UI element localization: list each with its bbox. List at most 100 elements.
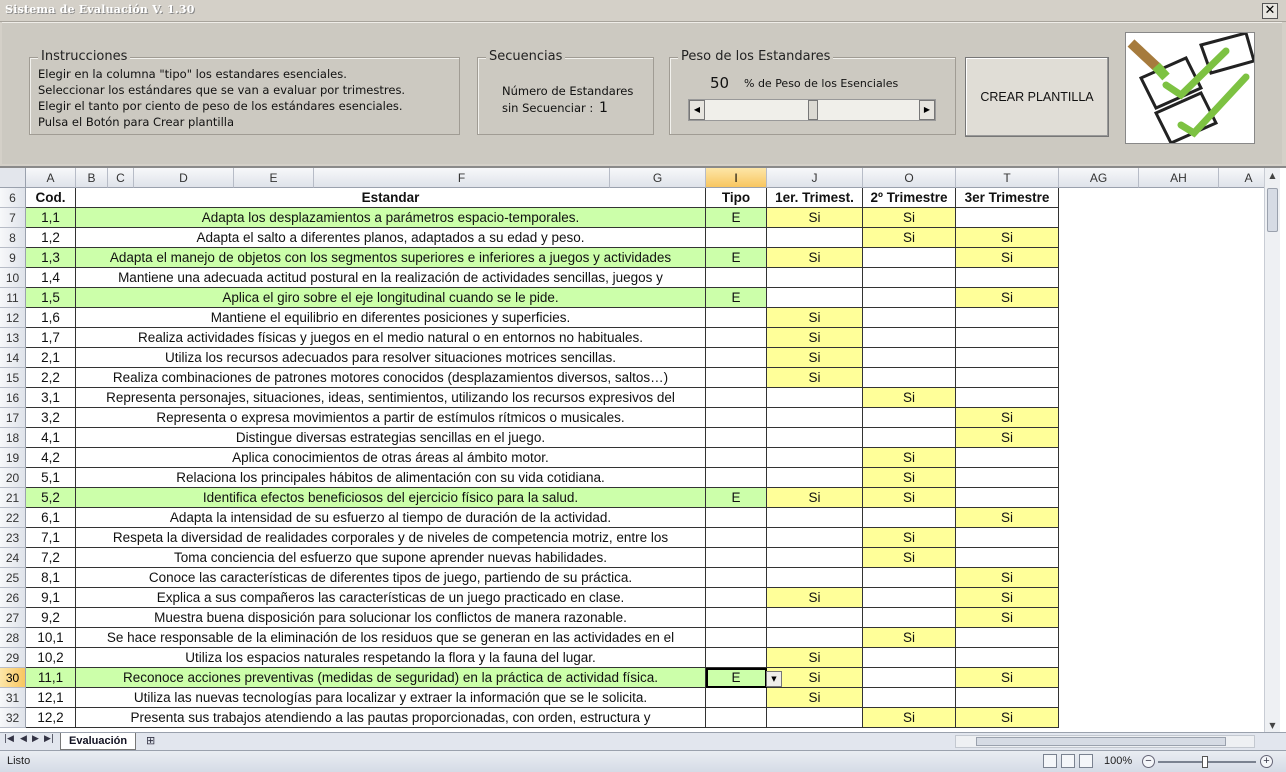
tipo-cell[interactable]: E xyxy=(706,668,767,688)
row-header[interactable]: 25 xyxy=(0,568,26,588)
slider-thumb[interactable] xyxy=(808,100,818,120)
tipo-cell[interactable]: E xyxy=(706,208,767,228)
cod-cell[interactable]: 5,1 xyxy=(26,468,76,488)
zoom-slider-knob[interactable] xyxy=(1202,756,1208,768)
row-header[interactable]: 18 xyxy=(0,428,26,448)
trimestre-3-cell[interactable] xyxy=(956,548,1059,568)
trimestre-1-cell[interactable] xyxy=(767,608,863,628)
trimestre-1-cell[interactable] xyxy=(767,628,863,648)
column-header[interactable]: A xyxy=(26,168,76,188)
tipo-cell[interactable] xyxy=(706,348,767,368)
row-header[interactable]: 26 xyxy=(0,588,26,608)
trimestre-3-cell[interactable]: Si xyxy=(956,428,1059,448)
trimestre-3-cell[interactable] xyxy=(956,688,1059,708)
cod-cell[interactable]: 4,1 xyxy=(26,428,76,448)
tipo-cell[interactable] xyxy=(706,648,767,668)
trimestre-1-cell[interactable] xyxy=(767,428,863,448)
trimestre-1-cell[interactable]: Si xyxy=(767,648,863,668)
trimestre-1-cell[interactable] xyxy=(767,468,863,488)
row-header[interactable]: 15 xyxy=(0,368,26,388)
trimestre-3-cell[interactable]: Si xyxy=(956,408,1059,428)
trimestre-3-cell[interactable]: Si xyxy=(956,568,1059,588)
tipo-cell[interactable] xyxy=(706,528,767,548)
row-header[interactable]: 19 xyxy=(0,448,26,468)
cod-cell[interactable]: 11,1 xyxy=(26,668,76,688)
trimestre-3-cell[interactable] xyxy=(956,628,1059,648)
trimestre-2-cell[interactable] xyxy=(863,248,956,268)
trimestre-3-cell[interactable]: Si xyxy=(956,608,1059,628)
trimestre-2-cell[interactable]: Si xyxy=(863,548,956,568)
horizontal-scrollbar[interactable] xyxy=(955,735,1255,748)
tipo-cell[interactable] xyxy=(706,408,767,428)
cod-cell[interactable]: 1,6 xyxy=(26,308,76,328)
column-header[interactable]: D xyxy=(134,168,234,188)
trimestre-2-cell[interactable]: Si xyxy=(863,528,956,548)
trimestre-2-cell[interactable] xyxy=(863,368,956,388)
estandar-cell[interactable]: Mantiene una adecuada actitud postural e… xyxy=(76,268,706,288)
tipo-cell[interactable] xyxy=(706,568,767,588)
row-header[interactable]: 31 xyxy=(0,688,26,708)
trimestre-2-cell[interactable] xyxy=(863,328,956,348)
tipo-cell[interactable] xyxy=(706,688,767,708)
tipo-cell[interactable] xyxy=(706,428,767,448)
estandar-cell[interactable]: Utiliza los espacios naturales respetand… xyxy=(76,648,706,668)
tipo-cell[interactable] xyxy=(706,228,767,248)
estandar-cell[interactable]: Respeta la diversidad de realidades corp… xyxy=(76,528,706,548)
row-header[interactable]: 20 xyxy=(0,468,26,488)
trimestre-3-cell[interactable]: Si xyxy=(956,248,1059,268)
trimestre-1-cell[interactable] xyxy=(767,708,863,728)
column-header[interactable]: T xyxy=(956,168,1059,188)
trimestre-3-cell[interactable] xyxy=(956,448,1059,468)
row-header[interactable]: 17 xyxy=(0,408,26,428)
tipo-cell[interactable]: E xyxy=(706,288,767,308)
row-header[interactable]: 21 xyxy=(0,488,26,508)
tipo-cell[interactable] xyxy=(706,308,767,328)
trimestre-3-cell[interactable] xyxy=(956,368,1059,388)
tipo-cell[interactable] xyxy=(706,708,767,728)
estandar-cell[interactable]: Identifica efectos beneficiosos del ejer… xyxy=(76,488,706,508)
estandar-cell[interactable]: Utiliza los recursos adecuados para reso… xyxy=(76,348,706,368)
trimestre-2-cell[interactable] xyxy=(863,508,956,528)
trimestre-3-cell[interactable] xyxy=(956,328,1059,348)
tipo-cell[interactable] xyxy=(706,628,767,648)
estandar-cell[interactable]: Conoce las características de diferentes… xyxy=(76,568,706,588)
sheet-tab-evaluacion[interactable]: Evaluación xyxy=(60,733,137,750)
tipo-cell[interactable] xyxy=(706,548,767,568)
tipo-cell[interactable]: E xyxy=(706,248,767,268)
column-header[interactable]: G xyxy=(610,168,706,188)
select-all-corner[interactable] xyxy=(0,168,26,188)
row-header[interactable]: 30 xyxy=(0,668,26,688)
estandar-cell[interactable]: Se hace responsable de la eliminación de… xyxy=(76,628,706,648)
trimestre-2-cell[interactable]: Si xyxy=(863,228,956,248)
cod-cell[interactable]: 3,2 xyxy=(26,408,76,428)
column-header[interactable]: O xyxy=(863,168,956,188)
trimestre-1-cell[interactable]: Si xyxy=(767,488,863,508)
cod-cell[interactable]: 9,2 xyxy=(26,608,76,628)
crear-plantilla-button[interactable]: CREAR PLANTILLA xyxy=(965,57,1109,137)
normal-view-icon[interactable] xyxy=(1043,754,1057,768)
cod-cell[interactable]: 1,3 xyxy=(26,248,76,268)
row-header[interactable]: 27 xyxy=(0,608,26,628)
trimestre-3-cell[interactable] xyxy=(956,348,1059,368)
cod-cell[interactable]: 12,1 xyxy=(26,688,76,708)
cod-cell[interactable]: 5,2 xyxy=(26,488,76,508)
trimestre-1-cell[interactable] xyxy=(767,548,863,568)
trimestre-3-cell[interactable] xyxy=(956,488,1059,508)
column-header[interactable]: F xyxy=(314,168,610,188)
cod-cell[interactable]: 7,2 xyxy=(26,548,76,568)
trimestre-1-cell[interactable] xyxy=(767,448,863,468)
cod-cell[interactable]: 2,2 xyxy=(26,368,76,388)
trimestre-3-cell[interactable] xyxy=(956,388,1059,408)
estandar-cell[interactable]: Muestra buena disposición para soluciona… xyxy=(76,608,706,628)
row-header[interactable]: 22 xyxy=(0,508,26,528)
tipo-cell[interactable] xyxy=(706,368,767,388)
trimestre-1-cell[interactable] xyxy=(767,388,863,408)
trimestre-1-cell[interactable] xyxy=(767,528,863,548)
estandar-cell[interactable]: Explica a sus compañeros las característ… xyxy=(76,588,706,608)
trimestre-2-cell[interactable] xyxy=(863,308,956,328)
trimestre-3-cell[interactable] xyxy=(956,208,1059,228)
estandar-cell[interactable]: Utiliza las nuevas tecnologías para loca… xyxy=(76,688,706,708)
estandar-cell[interactable]: Distingue diversas estrategias sencillas… xyxy=(76,428,706,448)
estandar-cell[interactable]: Aplica el giro sobre el eje longitudinal… xyxy=(76,288,706,308)
spreadsheet[interactable]: A B C D E F G I J O T AG AH A 6 7 8 9 10 11 12 13 14 15 16 17 18 1… xyxy=(0,166,1286,734)
